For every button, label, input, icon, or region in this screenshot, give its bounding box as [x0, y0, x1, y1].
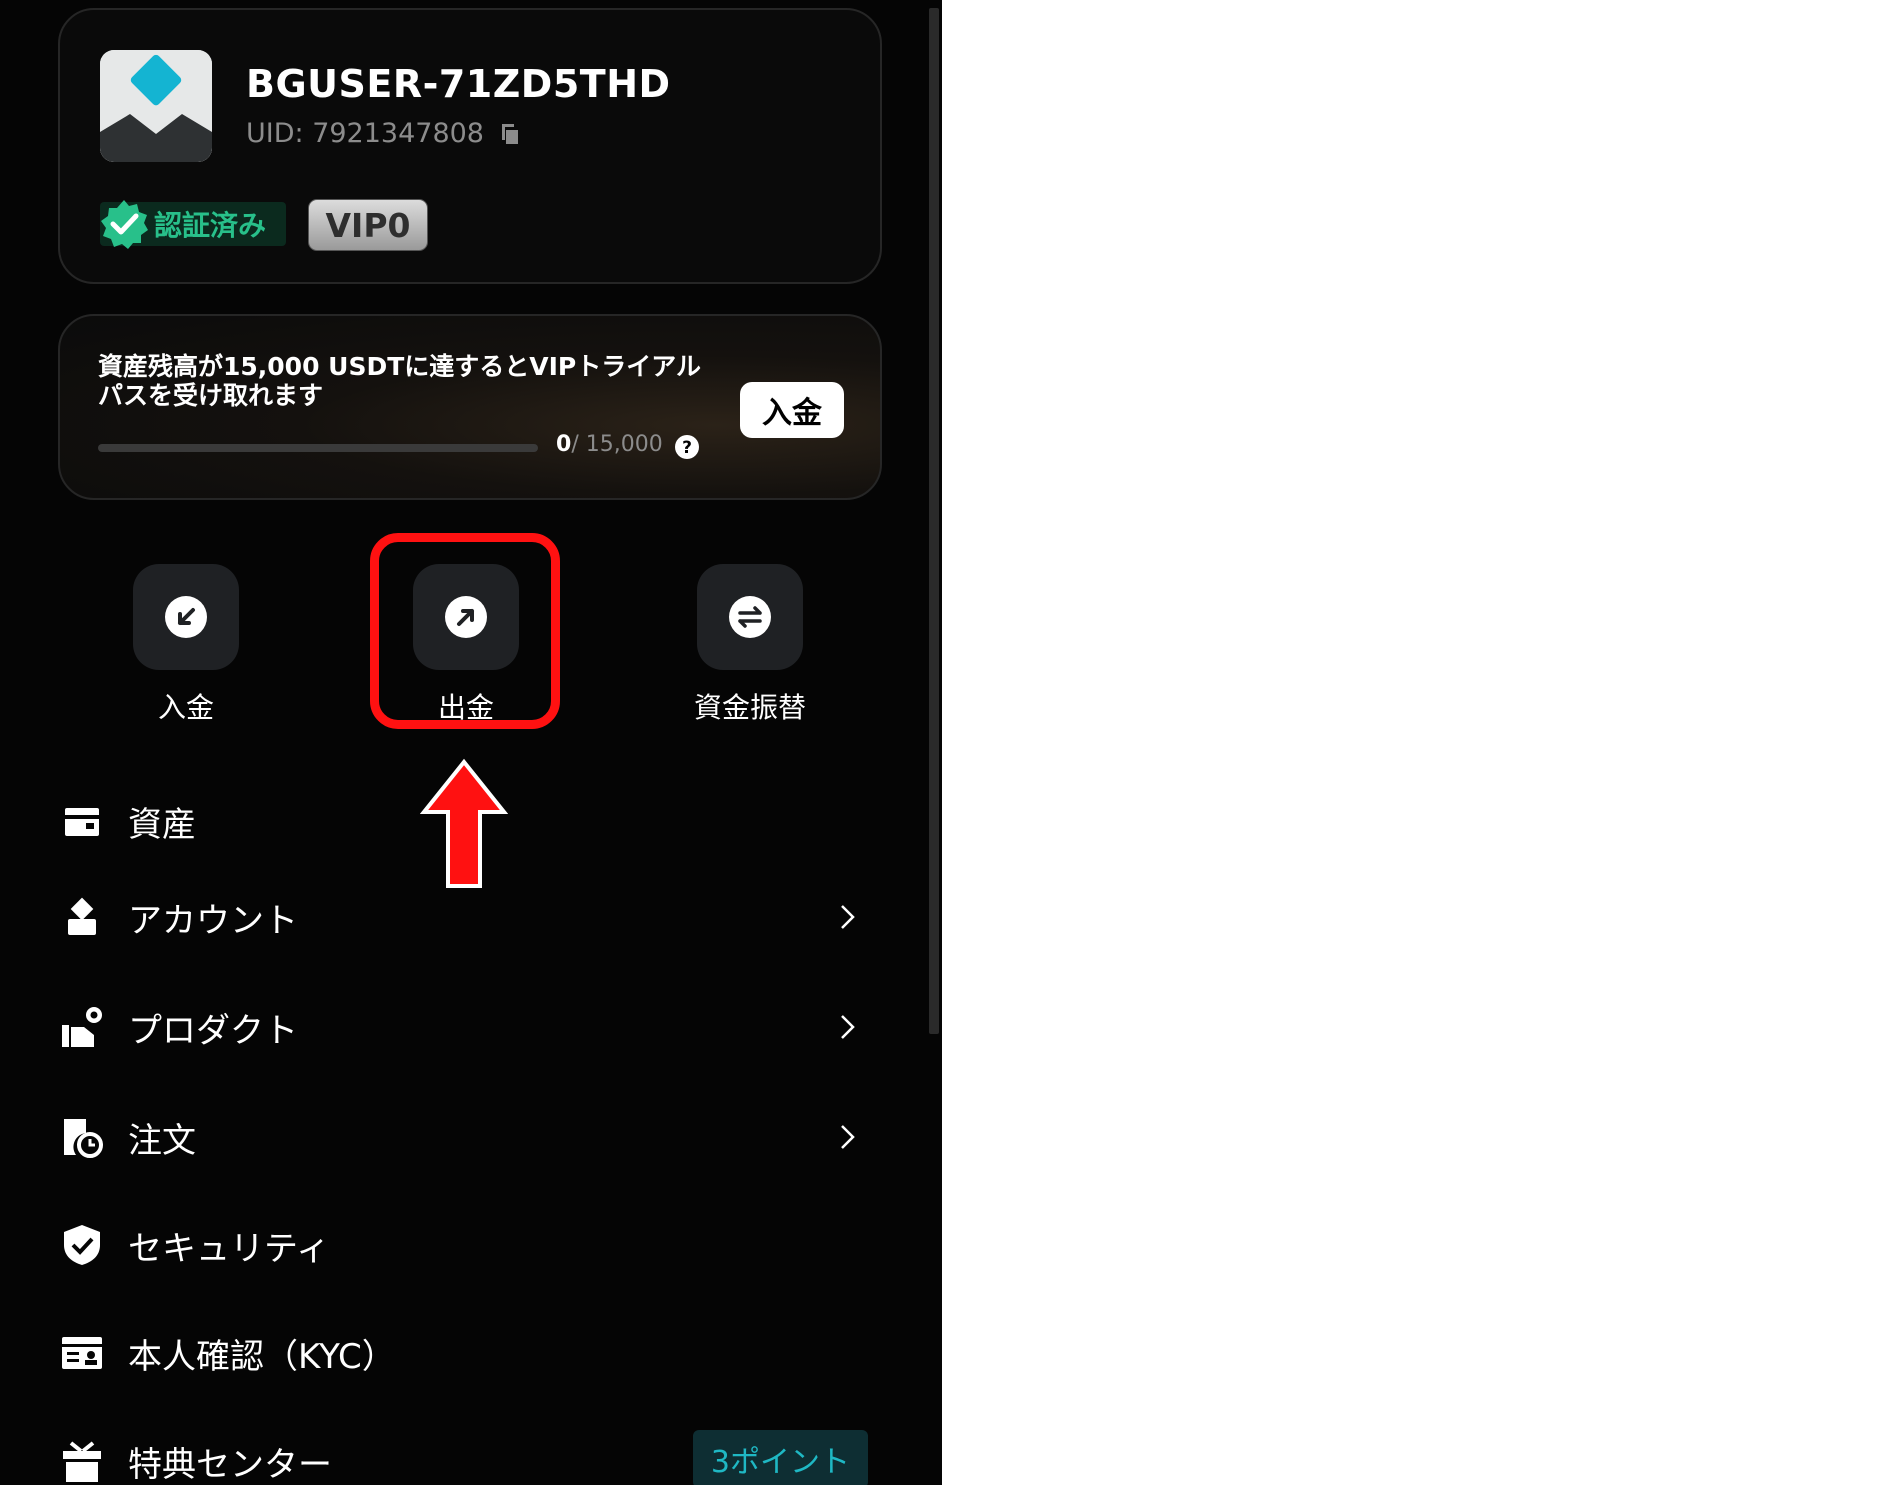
transfer-action[interactable]: 資金振替 — [650, 564, 850, 726]
vip-level-badge[interactable]: VIP0 — [308, 199, 428, 251]
menu-label-kyc: 本人確認（KYC） — [128, 1336, 396, 1377]
deposit-icon — [165, 596, 207, 638]
deposit-action[interactable]: 入金 — [86, 564, 286, 726]
transfer-action-label: 資金振替 — [693, 691, 806, 724]
transfer-action-button[interactable] — [697, 564, 803, 670]
menu-label-assets: 資産 — [128, 804, 196, 845]
deposit-action-button[interactable] — [133, 564, 239, 670]
chevron-right-icon — [841, 1125, 855, 1149]
menu-label-security: セキュリティ — [128, 1228, 330, 1269]
uid-text: UID: 7921347808 — [246, 118, 484, 149]
menu-item-assets[interactable]: 資産 — [58, 786, 868, 856]
menu-item-products[interactable]: プロダクト — [58, 992, 868, 1062]
avatar[interactable] — [100, 50, 212, 162]
menu-item-rewards-center[interactable]: 特典センター 3ポイント — [58, 1426, 868, 1485]
gift-icon — [58, 1437, 106, 1485]
chevron-right-icon — [841, 905, 855, 929]
uid-row: UID: 7921347808 — [246, 118, 522, 149]
account-menu-panel: BGUSER-71ZD5THD UID: 7921347808 認証済み VIP… — [0, 0, 942, 1485]
profile-card: BGUSER-71ZD5THD UID: 7921347808 認証済み VIP… — [58, 8, 882, 284]
vip-deposit-button[interactable]: 入金 — [740, 382, 844, 438]
withdraw-highlight-box — [370, 533, 560, 729]
order-icon — [58, 1113, 106, 1161]
copy-icon[interactable] — [498, 122, 522, 146]
menu-item-orders[interactable]: 注文 — [58, 1102, 868, 1172]
vip-trial-message: 資産残高が15,000 USDTに達するとVIPトライアルパスを受け取れます — [98, 352, 702, 410]
menu-item-security[interactable]: セキュリティ — [58, 1210, 868, 1280]
verified-label: 認証済み — [154, 209, 267, 242]
transfer-icon — [729, 596, 771, 638]
points-badge: 3ポイント — [692, 1430, 868, 1485]
verified-badge: 認証済み — [100, 200, 286, 249]
menu-item-account[interactable]: アカウント — [58, 882, 868, 952]
vip-progress-bar — [98, 444, 538, 452]
menu-label-products: プロダクト — [128, 1010, 298, 1051]
wallet-icon — [58, 797, 106, 845]
help-icon[interactable]: ? — [674, 434, 700, 460]
progress-current: 0 — [556, 432, 572, 457]
vip-trial-card: 資産残高が15,000 USDTに達するとVIPトライアルパスを受け取れます 0… — [58, 314, 882, 500]
deposit-action-label: 入金 — [157, 691, 214, 724]
product-icon — [58, 1003, 106, 1051]
vip-progress-text: 0/ 15,000 — [556, 432, 663, 457]
user-icon — [58, 893, 106, 941]
chevron-right-icon — [841, 1015, 855, 1039]
username: BGUSER-71ZD5THD — [246, 62, 671, 106]
avatar-image-icon — [100, 50, 212, 162]
shield-icon — [58, 1221, 106, 1269]
menu-label-rewards-center: 特典センター — [128, 1444, 332, 1485]
id-card-icon — [58, 1329, 106, 1377]
progress-total: / 15,000 — [571, 432, 663, 457]
svg-text:?: ? — [682, 438, 692, 458]
scrollbar[interactable] — [929, 8, 939, 1034]
verified-check-icon — [101, 200, 148, 249]
menu-label-orders: 注文 — [128, 1120, 196, 1161]
menu-item-kyc[interactable]: 本人確認（KYC） — [58, 1318, 868, 1388]
menu-label-account: アカウント — [128, 900, 298, 941]
